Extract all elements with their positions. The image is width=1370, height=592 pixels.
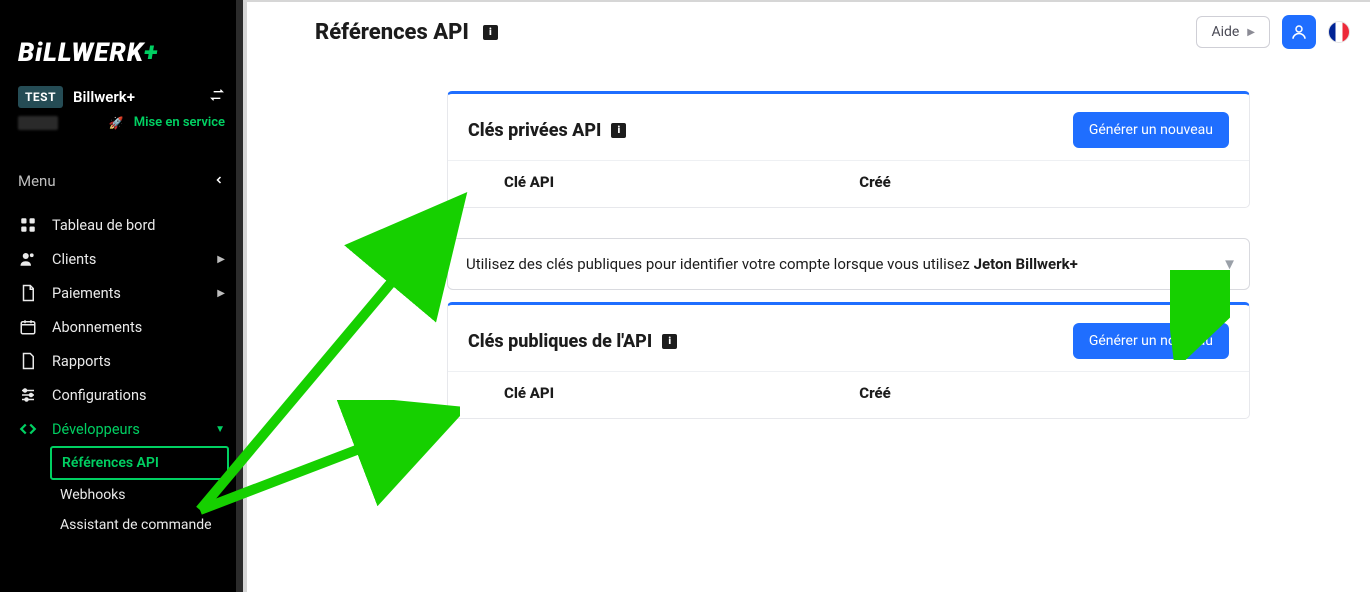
org-id-blur — [18, 116, 58, 130]
menu-label: Menu — [18, 172, 56, 190]
user-icon — [1290, 23, 1308, 41]
col-created: Créé — [859, 384, 1222, 402]
org-name: Billwerk+ — [73, 88, 135, 106]
main-area: Références API i Aide ▶ Clés privées API… — [243, 0, 1370, 592]
clients-icon — [18, 250, 38, 268]
chevron-right-icon: ▶ — [217, 288, 225, 299]
go-live-row[interactable]: 🚀 Mise en service — [0, 112, 243, 144]
user-menu-button[interactable] — [1282, 15, 1316, 49]
sidebar: BiLLWERK+ TEST Billwerk+ 🚀 Mise en servi… — [0, 0, 243, 592]
sidebar-item-label: Rapports — [52, 353, 111, 370]
divider — [247, 0, 1370, 2]
topbar: Références API i Aide ▶ — [247, 0, 1370, 59]
content: Clés privées API i Générer un nouveau Cl… — [247, 59, 1370, 592]
col-created: Créé — [859, 173, 1222, 191]
info-text: Utilisez des clés publiques pour identif… — [466, 255, 974, 273]
subnav-webhooks[interactable]: Webhooks — [50, 480, 229, 510]
help-button[interactable]: Aide ▶ — [1196, 16, 1270, 48]
topbar-right: Aide ▶ — [1196, 15, 1350, 49]
go-live-label: Mise en service — [134, 115, 225, 130]
chevron-left-icon — [213, 172, 225, 190]
reports-icon — [18, 352, 38, 370]
sidebar-item-label: Paiements — [52, 285, 121, 302]
org-switcher[interactable]: TEST Billwerk+ — [0, 76, 243, 112]
sidebar-item-label: Développeurs — [52, 421, 140, 438]
info-text-bold: Jeton Billwerk+ — [974, 255, 1078, 273]
menu-header[interactable]: Menu — [0, 144, 243, 208]
sidebar-scrollbar[interactable] — [236, 0, 243, 592]
sidebar-item-label: Abonnements — [52, 319, 142, 336]
page-title: Références API — [315, 20, 469, 45]
sliders-icon — [18, 386, 38, 404]
private-keys-card: Clés privées API i Générer un nouveau Cl… — [447, 91, 1250, 208]
sidebar-item-reports[interactable]: Rapports — [4, 344, 239, 378]
calendar-icon — [18, 318, 38, 336]
card-title: Clés publiques de l'API — [468, 331, 652, 352]
table-header: Clé API Créé — [448, 160, 1249, 207]
sidebar-nav: Tableau de bord Clients ▶ Paiements ▶ Ab… — [0, 208, 243, 541]
language-flag-fr[interactable] — [1328, 21, 1350, 43]
public-keys-card: Clés publiques de l'API i Générer un nou… — [447, 302, 1250, 419]
sidebar-item-label: Configurations — [52, 387, 146, 404]
col-api-key: Clé API — [504, 173, 859, 191]
env-badge: TEST — [18, 86, 63, 108]
table-header: Clé API Créé — [448, 371, 1249, 418]
code-icon — [18, 420, 38, 438]
col-api-key: Clé API — [504, 384, 859, 402]
generate-private-key-button[interactable]: Générer un nouveau — [1073, 112, 1229, 148]
info-icon[interactable]: i — [611, 123, 626, 138]
info-icon[interactable]: i — [483, 25, 498, 40]
chevron-right-icon: ▶ — [1247, 27, 1255, 38]
sidebar-item-subscriptions[interactable]: Abonnements — [4, 310, 239, 344]
brand-name: BiLLWERK — [18, 38, 144, 68]
dashboard-icon — [18, 216, 38, 234]
subnav-api-references[interactable]: Références API — [50, 446, 229, 480]
generate-public-key-button[interactable]: Générer un nouveau — [1073, 323, 1229, 359]
sidebar-item-payments[interactable]: Paiements ▶ — [4, 276, 239, 310]
brand-logo: BiLLWERK+ — [0, 0, 243, 76]
info-icon[interactable]: i — [662, 334, 677, 349]
caret-down-icon: ▼ — [1222, 255, 1237, 273]
sidebar-item-developers[interactable]: Développeurs ▼ — [4, 412, 239, 446]
payments-icon — [18, 284, 38, 302]
chevron-right-icon: ▶ — [217, 254, 225, 265]
developers-submenu: Références API Webhooks Assistant de com… — [4, 446, 239, 541]
subnav-order-assistant[interactable]: Assistant de commande — [50, 510, 229, 541]
rocket-icon: 🚀 — [109, 116, 124, 130]
public-keys-info-box[interactable]: Utilisez des clés publiques pour identif… — [447, 238, 1250, 290]
sidebar-item-label: Tableau de bord — [52, 217, 155, 234]
card-header: Clés publiques de l'API i Générer un nou… — [448, 305, 1249, 371]
sidebar-item-config[interactable]: Configurations — [4, 378, 239, 412]
help-label: Aide — [1211, 24, 1239, 40]
card-header: Clés privées API i Générer un nouveau — [448, 94, 1249, 160]
sidebar-item-dashboard[interactable]: Tableau de bord — [4, 208, 239, 242]
card-title: Clés privées API — [468, 120, 601, 141]
sidebar-item-label: Clients — [52, 251, 96, 268]
chevron-down-icon: ▼ — [215, 424, 225, 435]
swap-icon — [209, 87, 225, 107]
brand-plus: + — [144, 38, 158, 68]
sidebar-item-clients[interactable]: Clients ▶ — [4, 242, 239, 276]
